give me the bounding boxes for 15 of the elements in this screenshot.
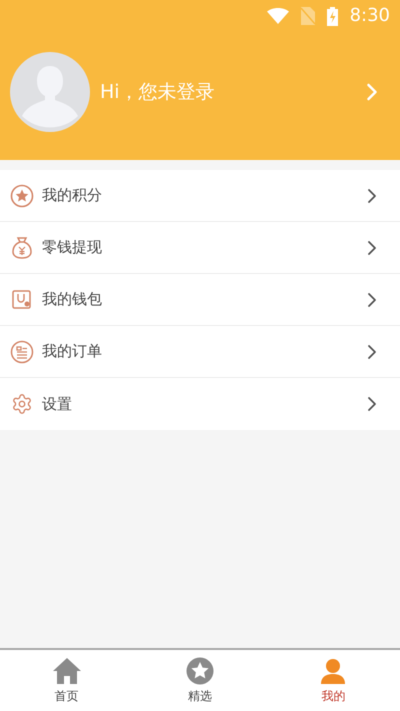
wallet-icon xyxy=(11,288,33,310)
money-bag-icon xyxy=(11,236,33,260)
nav-tab[interactable]: 首页 xyxy=(0,650,134,711)
home-icon xyxy=(52,656,82,684)
status-time: 8:30 xyxy=(350,7,390,25)
greeting-text: Hi，您未登录 xyxy=(100,80,216,105)
avatar-icon xyxy=(10,52,90,132)
no-sim-icon xyxy=(300,7,315,25)
settings-icon xyxy=(11,393,33,415)
nav-tab[interactable]: 精选 xyxy=(133,650,267,711)
wifi-icon xyxy=(266,8,289,24)
nav-tab[interactable]: 我的 xyxy=(266,650,400,711)
list-icon xyxy=(10,340,34,364)
person-icon xyxy=(319,656,348,684)
battery-icon xyxy=(326,6,338,26)
